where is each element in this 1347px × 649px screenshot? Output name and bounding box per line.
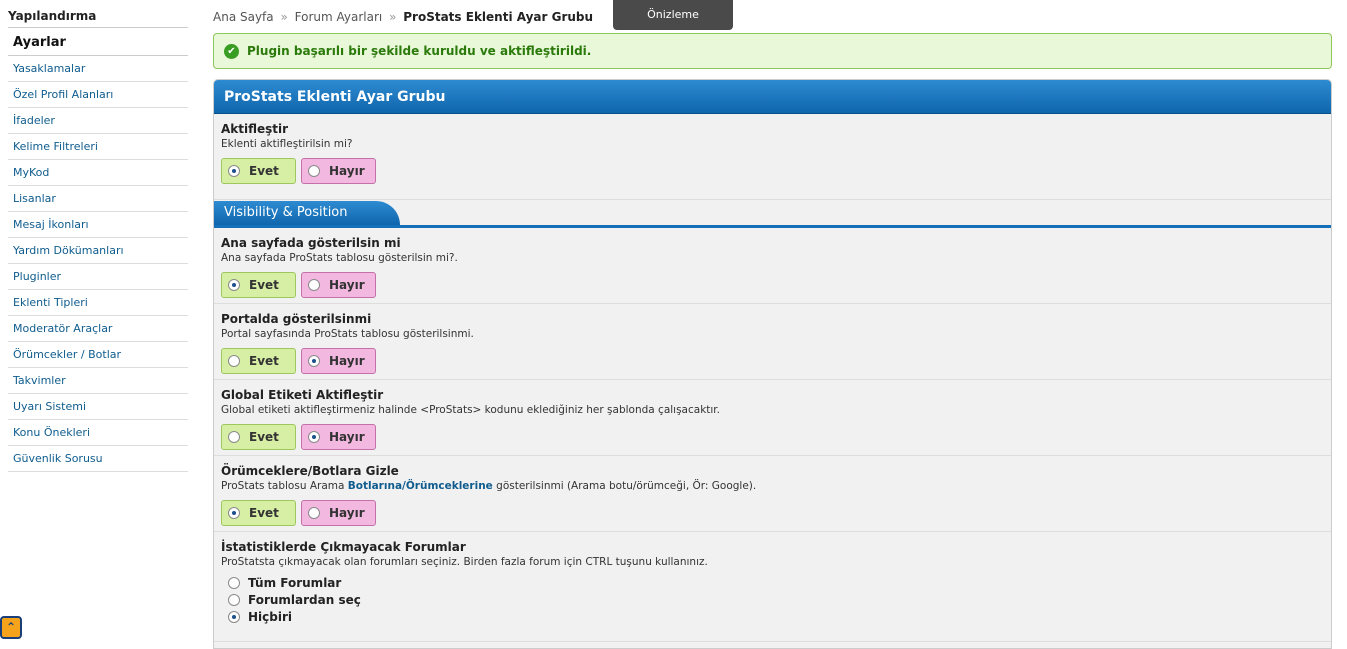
sidebar-item-word-filters[interactable]: Kelime Filtreleri [8,134,188,160]
chevron-up-icon[interactable]: ⌃ [0,616,22,639]
sidebar-item-post-icons[interactable]: Mesaj İkonları [8,212,188,238]
forum-option-none[interactable]: Hiçbiri [228,608,1324,625]
radio-button[interactable] [228,610,240,623]
sidebar: Yapılandırma Ayarlar Yasaklamalar Özel P… [8,6,188,472]
no-option[interactable]: Hayır [301,158,376,184]
preview-button[interactable]: Önizleme [613,0,733,30]
check-icon: ✔ [224,43,239,59]
no-option[interactable]: Hayır [301,348,376,374]
radio-button[interactable] [228,593,240,606]
breadcrumb-separator: » [280,10,288,24]
sidebar-item-warning-system[interactable]: Uyarı Sistemi [8,394,188,420]
radio-button[interactable] [228,507,240,519]
sidebar-item-calendars[interactable]: Takvimler [8,368,188,394]
forum-option-all[interactable]: Tüm Forumlar [228,574,1324,591]
yes-option[interactable]: Evet [221,424,296,450]
radio-button[interactable] [308,431,320,443]
sidebar-item-plugins[interactable]: Pluginler [8,264,188,290]
breadcrumb-home[interactable]: Ana Sayfa [213,10,274,24]
setting-desc: ProStats tablosu Arama Botlarına/Örümcek… [221,480,1324,492]
forum-option-select[interactable]: Forumlardan seç [228,591,1324,608]
spiders-link[interactable]: Botlarına/Örümceklerine [348,480,493,492]
sidebar-item-help-documents[interactable]: Yardım Dökümanları [8,238,188,264]
radio-button[interactable] [308,165,320,177]
sidebar-item-languages[interactable]: Lisanlar [8,186,188,212]
setting-title: İstatistiklerde Çıkmayacak Forumlar [221,540,466,554]
desc-text: ProStats tablosu Arama [221,480,348,492]
setting-title: Örümceklere/Botlara Gizle [221,464,399,478]
setting-desc: Eklenti aktifleştirilsin mi? [221,138,353,150]
sidebar-header: Yapılandırma [8,6,188,28]
forum-option-label: Tüm Forumlar [248,575,342,590]
sidebar-item-spiders-bots[interactable]: Örümcekler / Botlar [8,342,188,368]
setting-desc: Portal sayfasında ProStats tablosu göste… [221,328,474,340]
sidebar-item-smilies[interactable]: İfadeler [8,108,188,134]
setting-title: Portalda gösterilsinmi [221,312,372,326]
radio-button[interactable] [228,165,240,177]
setting-row-excluded-forums: İstatistiklerde Çıkmayacak Forumlar ProS… [214,532,1331,642]
breadcrumb-forum-settings[interactable]: Forum Ayarları [295,10,383,24]
yes-label: Evet [249,354,279,368]
radio-button[interactable] [228,279,240,291]
breadcrumb: Ana Sayfa » Forum Ayarları » ProStats Ek… [213,10,593,24]
yes-label: Evet [249,430,279,444]
radio-button[interactable] [308,355,320,367]
yes-label: Evet [249,164,279,178]
success-message: ✔ Plugin başarılı bir şekilde kuruldu ve… [213,33,1332,69]
sidebar-item-security-questions[interactable]: Güvenlik Sorusu [8,446,188,472]
radio-button[interactable] [308,507,320,519]
sidebar-title: Ayarlar [8,28,188,56]
desc-text: gösterilsinmi (Arama botu/örümceği, Ör: … [492,480,757,492]
yes-label: Evet [249,506,279,520]
setting-row-show-index: Ana sayfada gösterilsin mi Ana sayfada P… [214,228,1331,304]
radio-button[interactable] [308,279,320,291]
yes-option[interactable]: Evet [221,272,296,298]
yes-option[interactable]: Evet [221,500,296,526]
forum-option-label: Hiçbiri [248,609,293,624]
no-label: Hayır [329,430,365,444]
no-option[interactable]: Hayır [301,424,376,450]
no-label: Hayır [329,164,365,178]
radio-button[interactable] [228,355,240,367]
no-option[interactable]: Hayır [301,272,376,298]
sidebar-item-thread-prefixes[interactable]: Konu Önekleri [8,420,188,446]
no-label: Hayır [329,506,365,520]
setting-title: Aktifleştir [221,122,289,136]
no-label: Hayır [329,278,365,292]
setting-row-hide-bots: Örümceklere/Botlara Gizle ProStats tablo… [214,456,1331,532]
setting-desc: ProStatsta çıkmayacak olan forumları seç… [221,556,708,568]
radio-button[interactable] [228,576,240,589]
sidebar-item-bans[interactable]: Yasaklamalar [8,56,188,82]
section-title: Visibility & Position [214,201,400,225]
yes-label: Evet [249,278,279,292]
setting-desc: Ana sayfada ProStats tablosu gösterilsin… [221,252,458,264]
breadcrumb-separator: » [389,10,397,24]
sidebar-item-attachment-types[interactable]: Eklenti Tipleri [8,290,188,316]
no-label: Hayır [329,354,365,368]
setting-title: Ana sayfada gösterilsin mi [221,236,401,250]
forum-option-label: Forumlardan seç [248,592,361,607]
setting-title: Global Etiketi Aktifleştir [221,388,384,402]
yes-option[interactable]: Evet [221,158,296,184]
sidebar-item-mycode[interactable]: MyKod [8,160,188,186]
radio-button[interactable] [228,431,240,443]
section-header: Visibility & Position [214,200,1331,228]
setting-row-global-tag: Global Etiketi Aktifleştir Global etiket… [214,380,1331,456]
breadcrumb-current: ProStats Eklenti Ayar Grubu [403,10,594,24]
no-option[interactable]: Hayır [301,500,376,526]
setting-row-show-portal: Portalda gösterilsinmi Portal sayfasında… [214,304,1331,380]
sidebar-item-moderator-tools[interactable]: Moderatör Araçlar [8,316,188,342]
panel-title: ProStats Eklenti Ayar Grubu [214,80,1331,114]
setting-row-activate: Aktifleştir Eklenti aktifleştirilsin mi?… [214,114,1331,200]
settings-panel: ProStats Eklenti Ayar Grubu Aktifleştir … [213,79,1332,649]
setting-desc: Global etiketi aktifleştirmeniz halinde … [221,404,721,416]
success-text: Plugin başarılı bir şekilde kuruldu ve a… [247,44,592,58]
yes-option[interactable]: Evet [221,348,296,374]
sidebar-item-custom-profile-fields[interactable]: Özel Profil Alanları [8,82,188,108]
